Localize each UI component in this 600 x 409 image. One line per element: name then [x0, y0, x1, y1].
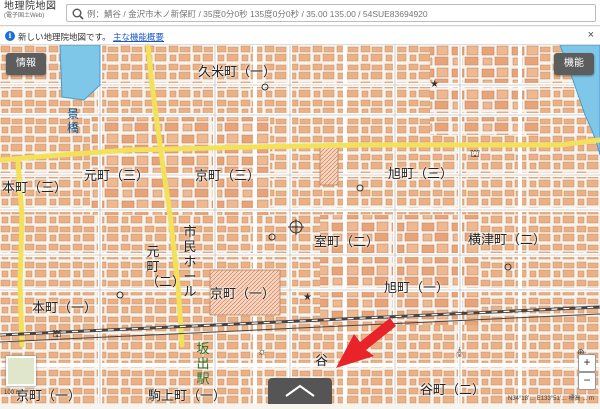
place-label-kyo1-bottom: 京町（一） — [16, 389, 82, 404]
close-icon[interactable]: × — [588, 29, 594, 41]
svg-text:★: ★ — [430, 79, 439, 90]
map-graphic: ★ ★ ⛫ ⛫ ☼ ⛪ ⊕ — [0, 45, 600, 404]
notice-text: 新しい地理院地図です。 — [18, 32, 111, 42]
info-button[interactable]: 情報 — [6, 53, 46, 75]
site-logo[interactable]: 地理院地図 (電子国土Web) — [4, 2, 60, 24]
place-label-tani: 谷 — [315, 354, 329, 369]
place-label-komagami: 駒上町（一） — [148, 389, 227, 404]
function-button[interactable]: 機能 — [554, 53, 594, 75]
svg-text:⛪: ⛪ — [454, 346, 465, 357]
place-label-tani2: 谷町（二） — [420, 383, 486, 398]
station-label-sakade: 坂出駅 — [196, 341, 210, 386]
place-label-moto2-vertical: 元町（二） — [146, 245, 185, 290]
place-label-asahi1: 旭町（一） — [384, 281, 450, 296]
zoom-in-button[interactable]: + — [578, 354, 596, 372]
place-label-kyo3: 京町（三） — [195, 169, 261, 184]
red-arrow-icon — [336, 318, 396, 368]
svg-text:☼: ☼ — [257, 346, 267, 358]
search-input[interactable] — [85, 6, 594, 22]
expand-panel-button[interactable] — [268, 378, 332, 404]
place-label-kume: 久米町（一） — [198, 65, 277, 80]
coordinate-readout: N34°18'… E133°51'… 標高 ... m — [507, 396, 594, 402]
place-label-moto3: 元町（三） — [84, 169, 150, 184]
river-label-keibashi: 景橋 — [66, 107, 79, 135]
place-label-hon3: 本町（三） — [2, 181, 68, 196]
svg-text:⛫: ⛫ — [52, 328, 62, 340]
search-box[interactable] — [66, 4, 596, 22]
chevron-up-icon — [285, 384, 315, 397]
place-label-hon1: 本町（一） — [32, 301, 98, 316]
site-subtitle: (電子国土Web) — [4, 13, 45, 19]
info-icon: i — [5, 31, 15, 41]
svg-text:⛫: ⛫ — [470, 148, 480, 160]
place-label-yokotsu2: 横津町（二） — [468, 233, 547, 248]
header: 地理院地図 (電子国土Web) — [0, 0, 600, 26]
features-link[interactable]: 主な機能概要 — [113, 32, 164, 42]
place-label-muro2: 室町（二） — [314, 235, 380, 250]
svg-text:★: ★ — [303, 292, 312, 303]
map-canvas[interactable]: ★ ★ ⛫ ⛫ ☼ ⛪ ⊕ 久米町（一） 本町（三） 元町（三） 京町（三） 旭… — [0, 45, 600, 404]
landmark-label-shimin-hall: 市民ホール — [183, 225, 197, 300]
minimap-thumbnail[interactable] — [6, 356, 36, 386]
site-title: 地理院地図 — [4, 1, 57, 12]
search-icon[interactable] — [71, 7, 85, 21]
notice-bar: i 新しい地理院地図です。 主な機能概要 × — [0, 27, 600, 45]
place-label-kyo1-mid: 京町（一） — [210, 287, 276, 302]
place-label-asahi3: 旭町（三） — [388, 167, 454, 182]
zoom-out-button[interactable]: − — [578, 372, 596, 390]
scale-bar: 100 m — [4, 390, 21, 396]
